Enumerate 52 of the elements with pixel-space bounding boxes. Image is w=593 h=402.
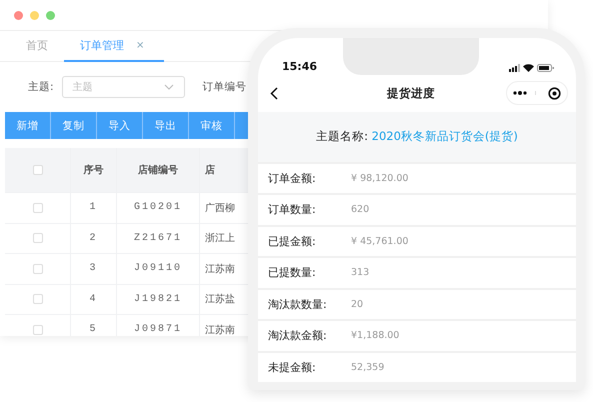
column-header: 店铺编号 [117,148,200,193]
row-checkbox[interactable] [32,202,42,213]
column-header: 序号 [71,148,117,193]
status-time: 15:46 [282,60,318,73]
filter-label: 订单编号 [202,80,247,94]
filter-label: 主题: [28,80,54,94]
table-cell: 5 [71,315,117,336]
window-control[interactable] [46,10,55,20]
table-cell: Z21671 [117,224,200,254]
table-cell: 1 [71,193,117,224]
detail-value: 313 [351,267,370,278]
table-cell: J09110 [117,254,200,284]
wifi-icon [523,64,534,72]
detail-value: 52,359 [351,362,384,373]
detail-value: ¥ 45,761.00 [351,236,408,247]
table-cell: J09871 [117,315,200,336]
subject-text: 主题名称: 2020秋冬新品订货会(提货) [316,129,518,144]
detail-value: 620 [351,204,370,216]
detail-value: ¥1,188.00 [351,330,400,342]
row-checkbox[interactable] [32,264,42,274]
target-icon[interactable] [548,86,561,100]
tab[interactable]: 订单管理 × [64,31,164,62]
table-cell: 2 [71,224,117,254]
table-cell: 4 [71,284,117,315]
select-field[interactable]: 主题 [62,76,185,98]
row-checkbox[interactable] [32,294,42,304]
table-cell: J19821 [117,284,200,315]
checkbox[interactable] [32,165,42,175]
detail-label: 已提金额: [268,234,317,249]
table-cell: 3 [71,254,117,284]
back-icon[interactable] [270,86,278,100]
detail-label: 已提数量: [268,265,317,280]
more-icon[interactable] [513,91,536,96]
detail-label: 淘汰款数量: [268,296,328,312]
detail-value: 20 [351,298,364,310]
detail-label: 未提金额: [268,360,317,375]
table-cell: G10201 [117,193,200,224]
window-control[interactable] [30,10,39,20]
page-title: 提货进度 [387,86,435,101]
tab[interactable]: 首页 [10,31,64,62]
row-checkbox[interactable] [32,233,42,244]
signal-icon [509,64,520,72]
chevron-down-icon [164,84,174,90]
detail-label: 订单数量: [268,202,317,218]
window-control[interactable] [14,10,23,20]
close-icon[interactable]: × [136,40,144,51]
detail-value: ¥ 98,120.00 [351,172,408,184]
detail-label: 订单金额: [268,170,317,186]
capsule-menu[interactable] [506,81,568,106]
detail-label: 淘汰款金额: [268,328,328,344]
row-checkbox[interactable] [32,324,42,335]
battery-icon [537,64,554,72]
